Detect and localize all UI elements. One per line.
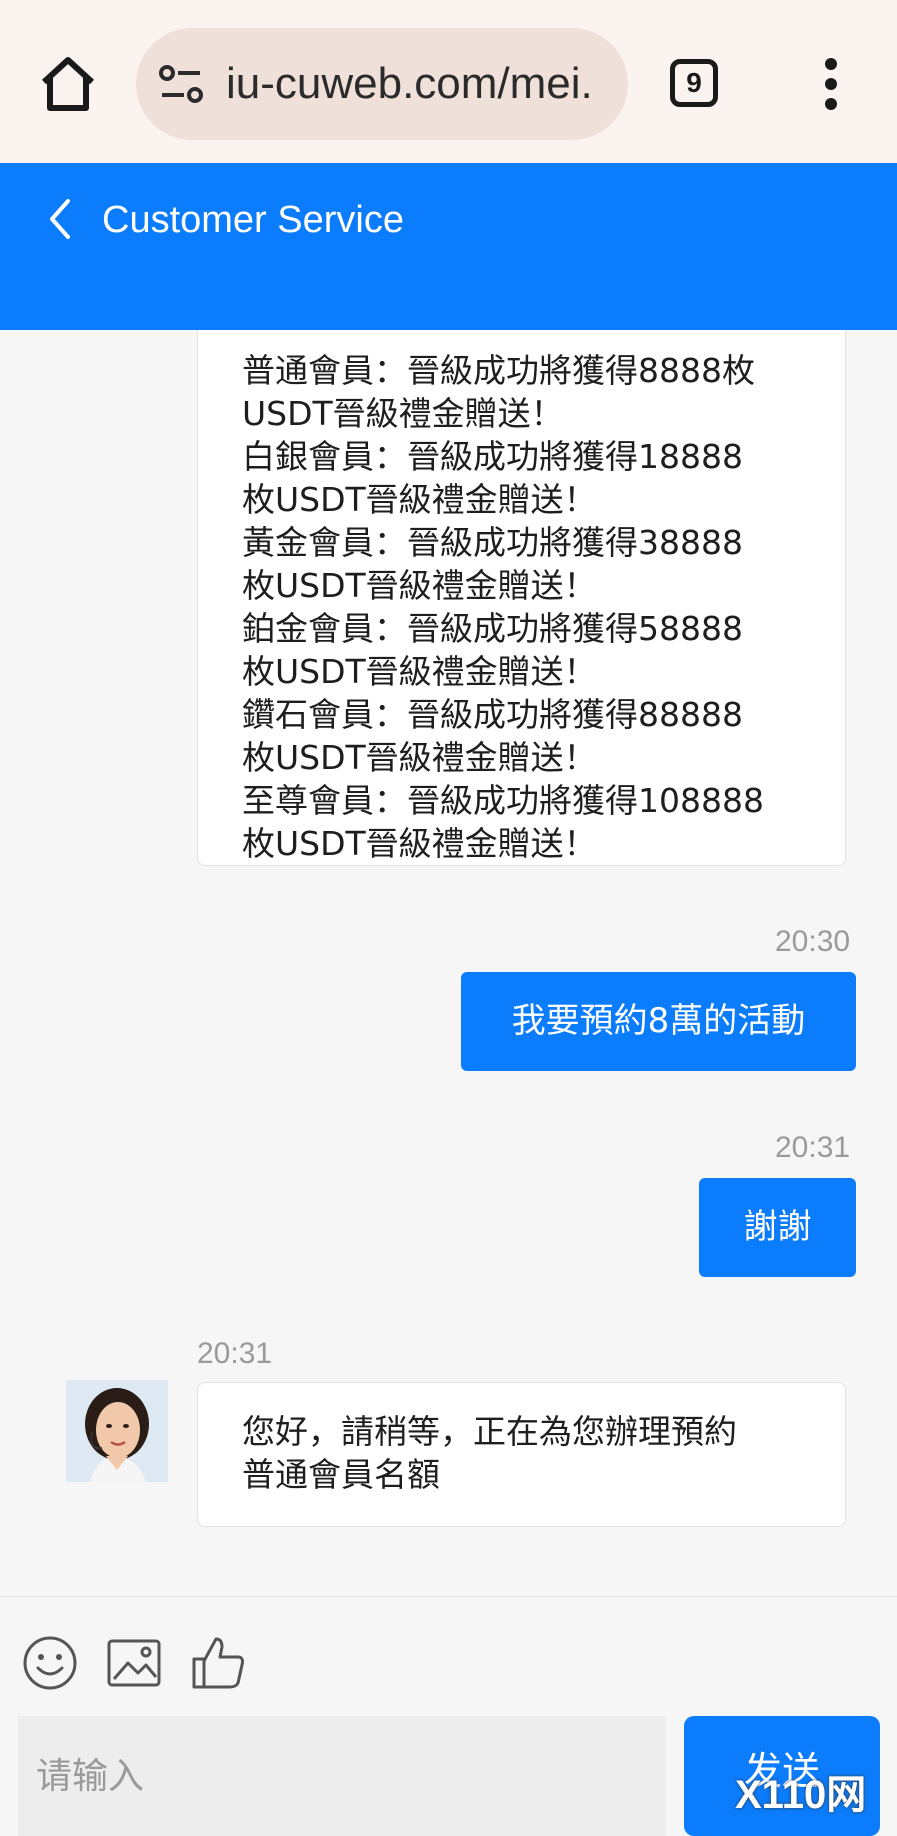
message-line: 黃金會員：晉級成功將獲得38888 xyxy=(242,523,743,562)
message-timestamp: 20:31 xyxy=(197,1337,273,1370)
agent-message-bubble: 您好，請稍等，正在為您辦理預約 普通會員名額 xyxy=(197,1382,846,1527)
chat-messages[interactable]: 普通會員：晉級成功將獲得8888枚 USDT晉級禮金贈送！ 白銀會員：晉級成功將… xyxy=(0,330,897,1596)
agent-message-bubble: 普通會員：晉級成功將獲得8888枚 USDT晉級禮金贈送！ 白銀會員：晉級成功將… xyxy=(197,330,846,866)
agent-avatar xyxy=(66,1380,168,1482)
tabs-icon[interactable]: 9 xyxy=(670,59,718,107)
message-line: 枚USDT晉級禮金贈送！ xyxy=(242,652,597,691)
address-bar[interactable]: iu-cuweb.com/mei. xyxy=(136,28,628,140)
browser-toolbar: iu-cuweb.com/mei. 9 xyxy=(0,0,897,163)
message-line: 枚USDT晉級禮金贈送！ xyxy=(242,480,597,519)
message-timestamp: 20:31 xyxy=(775,1131,851,1164)
message-line: 至尊會員：晉級成功將獲得108888 xyxy=(242,781,764,820)
message-line: 普通會員：晉級成功將獲得8888枚 xyxy=(242,351,755,390)
message-line: 枚USDT晉級禮金贈送！ xyxy=(242,824,597,863)
message-line: 鉑金會員：晉級成功將獲得58888 xyxy=(242,609,743,648)
more-vert-icon[interactable] xyxy=(818,56,844,112)
message-line: 您好，請稍等，正在為您辦理預約 xyxy=(242,1412,737,1451)
url-text[interactable]: iu-cuweb.com/mei. xyxy=(226,56,616,112)
image-icon[interactable] xyxy=(106,1635,162,1691)
user-message-bubble: 謝謝 xyxy=(699,1178,856,1277)
emoji-icon[interactable] xyxy=(22,1635,78,1691)
message-line: USDT晉級禮金贈送！ xyxy=(242,394,564,433)
message-line: 白銀會員：晉級成功將獲得18888 xyxy=(242,437,743,476)
home-icon[interactable] xyxy=(38,54,98,114)
thumbs-up-icon[interactable] xyxy=(190,1635,246,1691)
page-title: Customer Service xyxy=(102,199,404,241)
message-line: 枚USDT晉級禮金贈送！ xyxy=(242,738,597,777)
message-line: 普通會員名額 xyxy=(242,1455,440,1494)
user-message-bubble: 我要預約8萬的活動 xyxy=(461,972,856,1071)
back-icon[interactable] xyxy=(42,195,82,243)
chat-header xyxy=(0,163,897,330)
message-line: 枚USDT晉級禮金贈送！ xyxy=(242,566,597,605)
message-timestamp: 20:30 xyxy=(775,925,851,958)
message-input[interactable] xyxy=(18,1716,666,1836)
watermark: X110网 xyxy=(735,1773,867,1817)
site-settings-icon[interactable] xyxy=(158,64,204,104)
message-line: 鑽石會員：晉級成功將獲得88888 xyxy=(242,695,743,734)
